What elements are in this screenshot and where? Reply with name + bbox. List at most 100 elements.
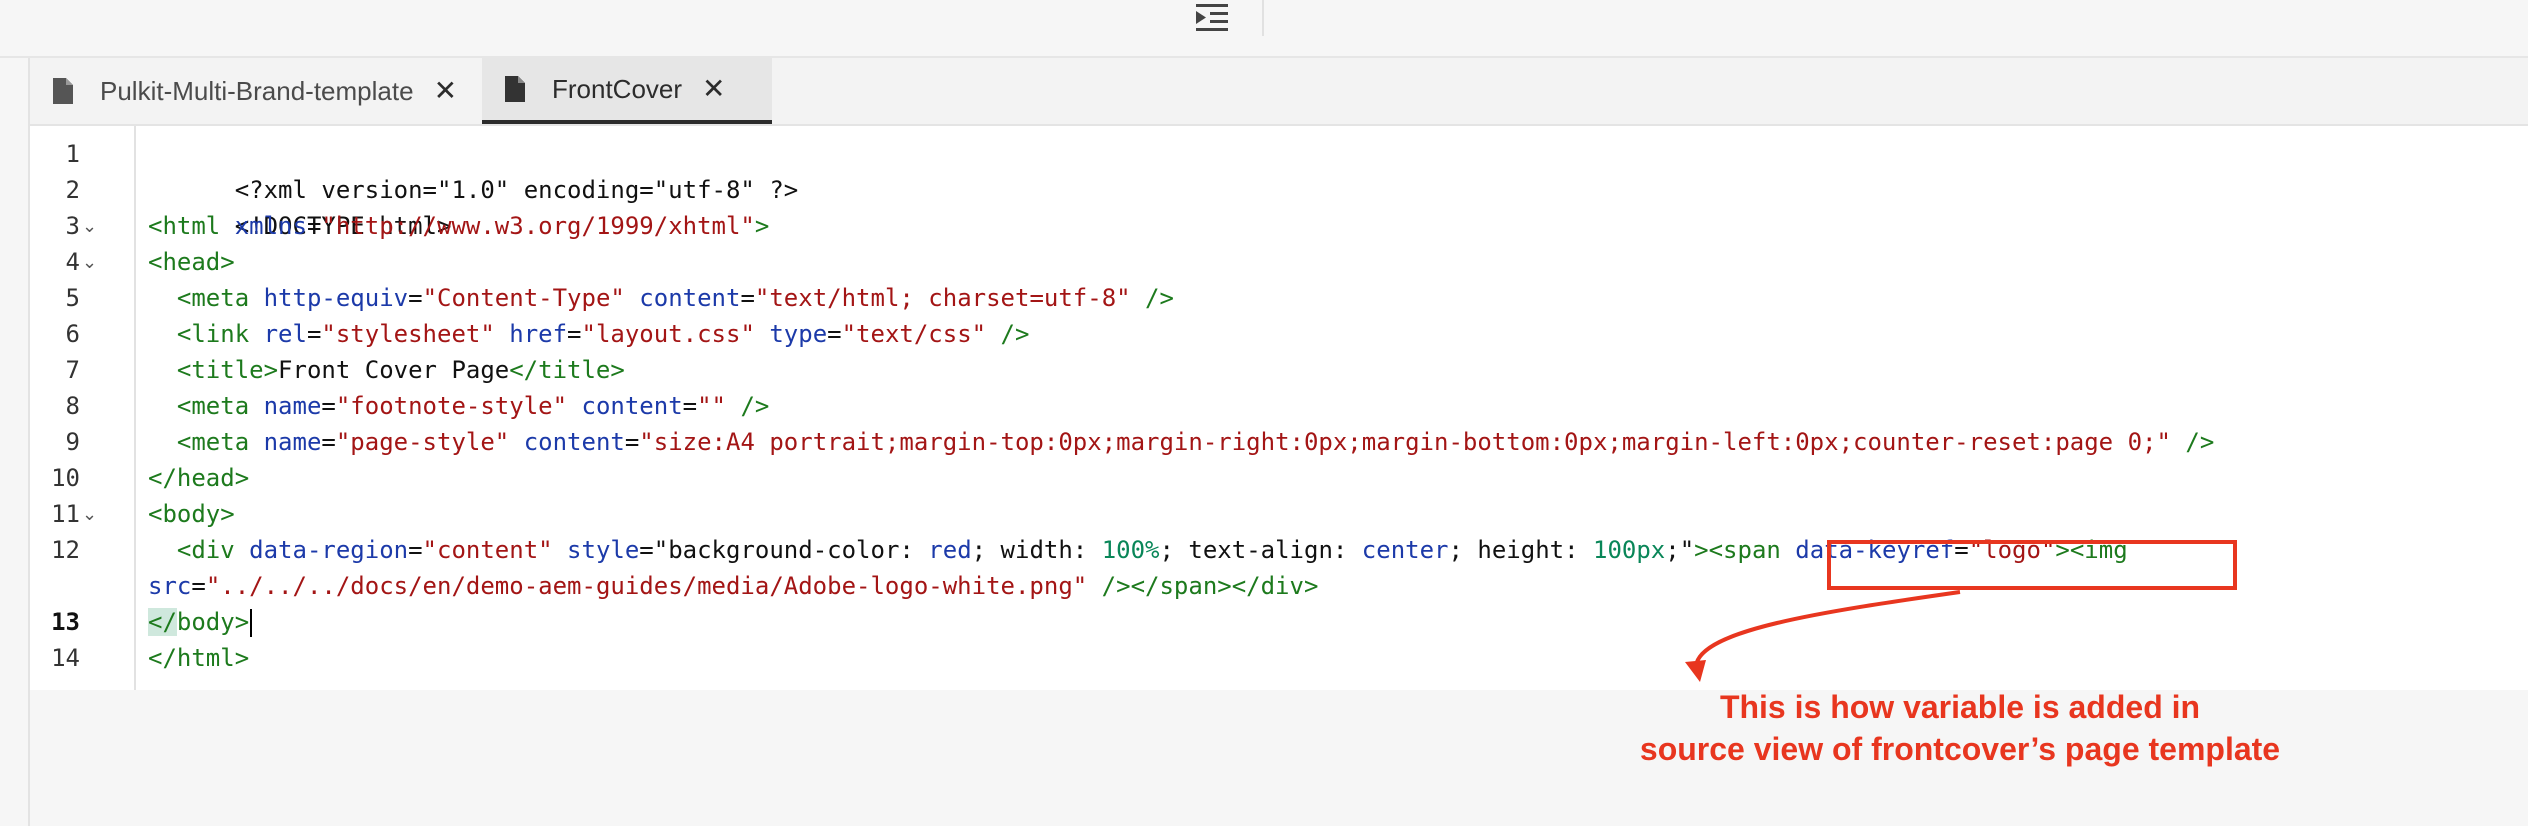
annotation-line: This is how variable is added in: [1719, 689, 2201, 725]
code-token: "size:A4 portrait;margin-top:0px;margin-…: [639, 428, 2171, 456]
code-token: />: [986, 320, 1030, 348]
code-token: "content": [422, 536, 553, 564]
code-token: <meta: [148, 428, 250, 456]
line-number: 11: [51, 500, 80, 528]
code-line: </html>: [148, 640, 249, 676]
highlight-box: [1827, 540, 2237, 590]
code-token: <div: [148, 536, 235, 564]
line-number: 4: [65, 248, 80, 276]
code-token: "": [697, 392, 726, 420]
code-token: "Content-Type": [422, 284, 625, 312]
left-panel-strip: [0, 58, 30, 826]
code-token: name: [249, 392, 322, 420]
code-token: =: [306, 212, 322, 240]
code-token: />: [726, 392, 770, 420]
line-number: 9: [65, 428, 80, 456]
close-icon[interactable]: ✕: [434, 77, 457, 105]
code-token: "../../../docs/en/demo-aem-guides/media/…: [205, 572, 1088, 600]
code-editor[interactable]: 1 2 3 ⌄ 4 ⌄ 5 6 7 8 9 10 11 ⌄ 12 13 14 <…: [30, 126, 2528, 690]
code-token: src: [148, 572, 192, 600]
code-token: Front Cover Page: [278, 356, 510, 384]
code-token: 100%: [1101, 536, 1160, 564]
tab-label: FrontCover: [552, 73, 683, 104]
line-number: 8: [65, 392, 80, 420]
code-token: </head>: [148, 464, 250, 492]
code-token: ; width:: [971, 536, 1102, 564]
line-number: 10: [51, 464, 80, 492]
code-token: </title>: [509, 356, 625, 384]
file-icon: [53, 78, 73, 104]
line-number: 3: [65, 212, 80, 240]
code-token: "http://www.w3.org/1999/xhtml": [321, 212, 755, 240]
toolbar-divider: [1262, 0, 1264, 36]
line-number: 12: [51, 536, 80, 564]
code-token: "stylesheet": [321, 320, 495, 348]
code-token: >: [754, 212, 770, 240]
code-line: <meta http-equiv="Content-Type" content=…: [148, 284, 1174, 312]
tab-pulkit-multi-brand-template[interactable]: Pulkit-Multi-Brand-template ✕: [30, 58, 480, 124]
file-icon: [505, 76, 525, 102]
code-token: <html: [148, 212, 221, 240]
annotation-callout: This is how variable is added in source …: [1560, 686, 2360, 770]
code-token: />: [2170, 428, 2215, 456]
code-token: "footnote-style": [335, 392, 568, 420]
tab-label: Pulkit-Multi-Brand-template: [100, 75, 414, 106]
code-token: content: [509, 428, 625, 456]
line-number: 6: [65, 320, 80, 348]
code-token: style: [552, 536, 640, 564]
code-token: <meta: [148, 284, 250, 312]
code-token: href: [494, 320, 568, 348]
code-token: ": [653, 536, 669, 564]
annotation-line: source view of frontcover’s page templat…: [1639, 731, 2281, 767]
code-token: </html>: [148, 644, 250, 672]
code-token: body>: [176, 608, 250, 636]
tab-frontcover[interactable]: FrontCover ✕: [482, 58, 772, 124]
code-token: rel: [249, 320, 307, 348]
text-cursor: [250, 609, 253, 637]
indent-icon[interactable]: [1194, 2, 1230, 34]
code-line: <body>: [148, 496, 235, 532]
line-number: 7: [65, 356, 80, 384]
line-number-gutter: 1 2 3 ⌄ 4 ⌄ 5 6 7 8 9 10 11 ⌄ 12 13 14: [30, 126, 136, 690]
code-token: data-region: [234, 536, 409, 564]
code-token: name: [249, 428, 322, 456]
code-token: <body>: [148, 500, 235, 528]
fold-chevron-icon[interactable]: ⌄: [82, 208, 97, 244]
line-number: 2: [65, 176, 80, 204]
code-token: type: [754, 320, 828, 348]
code-token: background-color:: [668, 536, 929, 564]
code-line-active: </body>: [148, 604, 253, 640]
code-token: center: [1361, 536, 1449, 564]
code-token: "text/css": [841, 320, 987, 348]
code-line: <meta name="footnote-style" content="" /…: [148, 392, 770, 420]
code-token: <meta: [148, 392, 250, 420]
code-line: </head>: [148, 460, 249, 496]
code-token: "text/html; charset=utf-8": [754, 284, 1131, 312]
code-line: <html xmlns="http://www.w3.org/1999/xhtm…: [148, 208, 769, 244]
code-token: />: [1130, 284, 1174, 312]
code-token: <title>: [148, 356, 279, 384]
code-token: http-equiv: [249, 284, 409, 312]
code-token: xmlns: [220, 212, 307, 240]
line-number: 5: [65, 284, 80, 312]
code-token: ; text-align:: [1159, 536, 1362, 564]
code-token: <link: [148, 320, 250, 348]
editor-tab-bar: Pulkit-Multi-Brand-template ✕ FrontCover…: [30, 58, 2528, 126]
code-token: content: [567, 392, 683, 420]
line-number: 14: [51, 644, 80, 672]
code-token: ; height:: [1448, 536, 1593, 564]
fold-chevron-icon[interactable]: ⌄: [82, 496, 97, 532]
code-token: <span: [1708, 536, 1781, 564]
line-number: 1: [65, 140, 80, 168]
code-token: "page-style": [335, 428, 510, 456]
code-token: ": [1679, 536, 1695, 564]
code-line: src="../../../docs/en/demo-aem-guides/me…: [148, 572, 1319, 600]
code-token: /></span></div>: [1087, 572, 1319, 600]
code-line: <title>Front Cover Page</title>: [148, 352, 625, 388]
code-token: "layout.css": [581, 320, 755, 348]
code-token: red: [928, 536, 972, 564]
code-token: 100px: [1593, 536, 1666, 564]
close-icon[interactable]: ✕: [702, 75, 725, 103]
code-token: <head>: [148, 248, 235, 276]
fold-chevron-icon[interactable]: ⌄: [82, 244, 97, 280]
